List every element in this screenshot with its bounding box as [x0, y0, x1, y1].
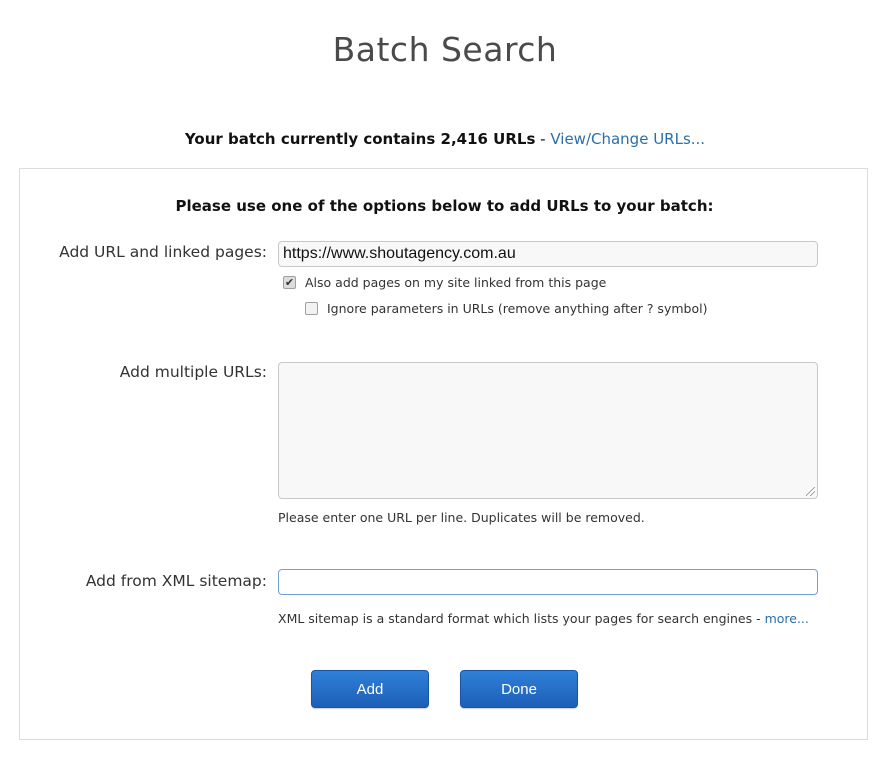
add-urls-panel: Please use one of the options below to a…: [19, 168, 868, 740]
panel-heading: Please use one of the options below to a…: [175, 197, 714, 215]
sitemap-help: XML sitemap is a standard format which l…: [278, 611, 809, 626]
ignore-params-option[interactable]: Ignore parameters in URLs (remove anythi…: [305, 301, 707, 316]
batch-separator: -: [535, 130, 551, 148]
also-add-linked-option[interactable]: ✔ Also add pages on my site linked from …: [283, 275, 606, 290]
multiple-urls-help: Please enter one URL per line. Duplicate…: [278, 510, 645, 525]
url-linked-input[interactable]: [278, 241, 818, 267]
also-add-linked-label: Also add pages on my site linked from th…: [305, 275, 607, 290]
also-add-linked-checkbox[interactable]: ✔: [283, 276, 296, 289]
batch-status: Your batch currently contains 2,416 URLs…: [0, 130, 890, 148]
ignore-params-checkbox[interactable]: [305, 302, 318, 315]
multiple-urls-textarea[interactable]: [278, 362, 818, 499]
url-linked-label: Add URL and linked pages:: [59, 243, 267, 261]
sitemap-help-text: XML sitemap is a standard format which l…: [278, 611, 765, 626]
view-change-urls-link[interactable]: View/Change URLs...: [550, 130, 705, 148]
page-title: Batch Search: [332, 30, 558, 69]
sitemap-more-link[interactable]: more...: [765, 611, 809, 626]
multiple-urls-label: Add multiple URLs:: [119, 363, 267, 381]
ignore-params-label: Ignore parameters in URLs (remove anythi…: [327, 301, 708, 316]
sitemap-label: Add from XML sitemap:: [85, 572, 267, 590]
batch-count-text: Your batch currently contains 2,416 URLs: [184, 130, 536, 148]
done-button[interactable]: Done: [460, 670, 578, 708]
add-button[interactable]: Add: [311, 670, 429, 708]
resize-grip-icon[interactable]: [806, 487, 815, 496]
sitemap-input[interactable]: [278, 569, 818, 595]
